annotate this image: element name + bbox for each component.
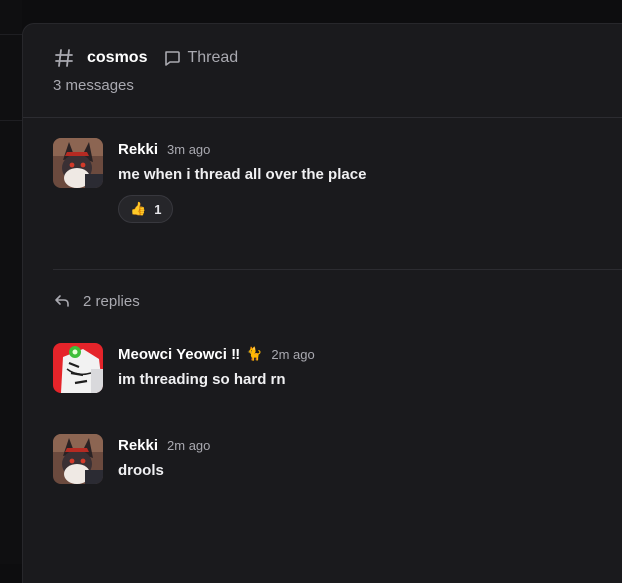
reaction-chip[interactable]: 👍 1: [118, 195, 174, 223]
reply-message: Meowci Yeowci ‼ 🐈 2m ago im threading so…: [53, 343, 315, 393]
message-text: drools: [118, 462, 164, 479]
background-divider: [0, 120, 22, 121]
cat-emoji-icon: 🐈: [246, 346, 263, 361]
avatar[interactable]: [53, 343, 103, 393]
timestamp: 2m ago: [271, 346, 315, 362]
replies-header: 2 replies: [53, 292, 140, 310]
replies-count: 2 replies: [83, 292, 140, 310]
header-divider: [23, 117, 622, 118]
wolf-avatar-image: [53, 434, 103, 484]
thumbs-up-icon: 👍: [130, 201, 147, 216]
thread-header: cosmos Thread: [53, 46, 238, 70]
author-name[interactable]: Rekki: [118, 437, 158, 454]
author-name[interactable]: Meowci Yeowci ‼: [118, 346, 240, 363]
avatar[interactable]: [53, 434, 103, 484]
avatar[interactable]: [53, 138, 103, 188]
reaction-count: 1: [154, 201, 162, 217]
wolf-avatar-image: [53, 138, 103, 188]
white-cat-avatar-image: [53, 343, 103, 393]
thread-label: Thread: [187, 49, 239, 66]
root-message: Rekki 3m ago me when i thread all over t…: [53, 138, 366, 223]
timestamp: 2m ago: [167, 437, 211, 453]
thread-panel: cosmos Thread 3 messages Rekki 3m ago me…: [22, 23, 622, 583]
message-count: 3 messages: [53, 77, 134, 94]
background-divider: [0, 34, 22, 35]
channel-name[interactable]: cosmos: [87, 49, 147, 67]
replies-divider: [53, 269, 622, 270]
message-text: im threading so hard rn: [118, 371, 286, 388]
author-name[interactable]: Rekki: [118, 141, 158, 158]
background-sidebar: [0, 0, 22, 564]
thread-bubble-icon: [165, 51, 181, 66]
hash-icon: [55, 49, 73, 67]
timestamp: 3m ago: [167, 141, 211, 157]
reply-message: Rekki 2m ago drools: [53, 434, 210, 484]
reply-arrow-icon: [55, 295, 69, 307]
message-text: me when i thread all over the place: [118, 166, 367, 183]
